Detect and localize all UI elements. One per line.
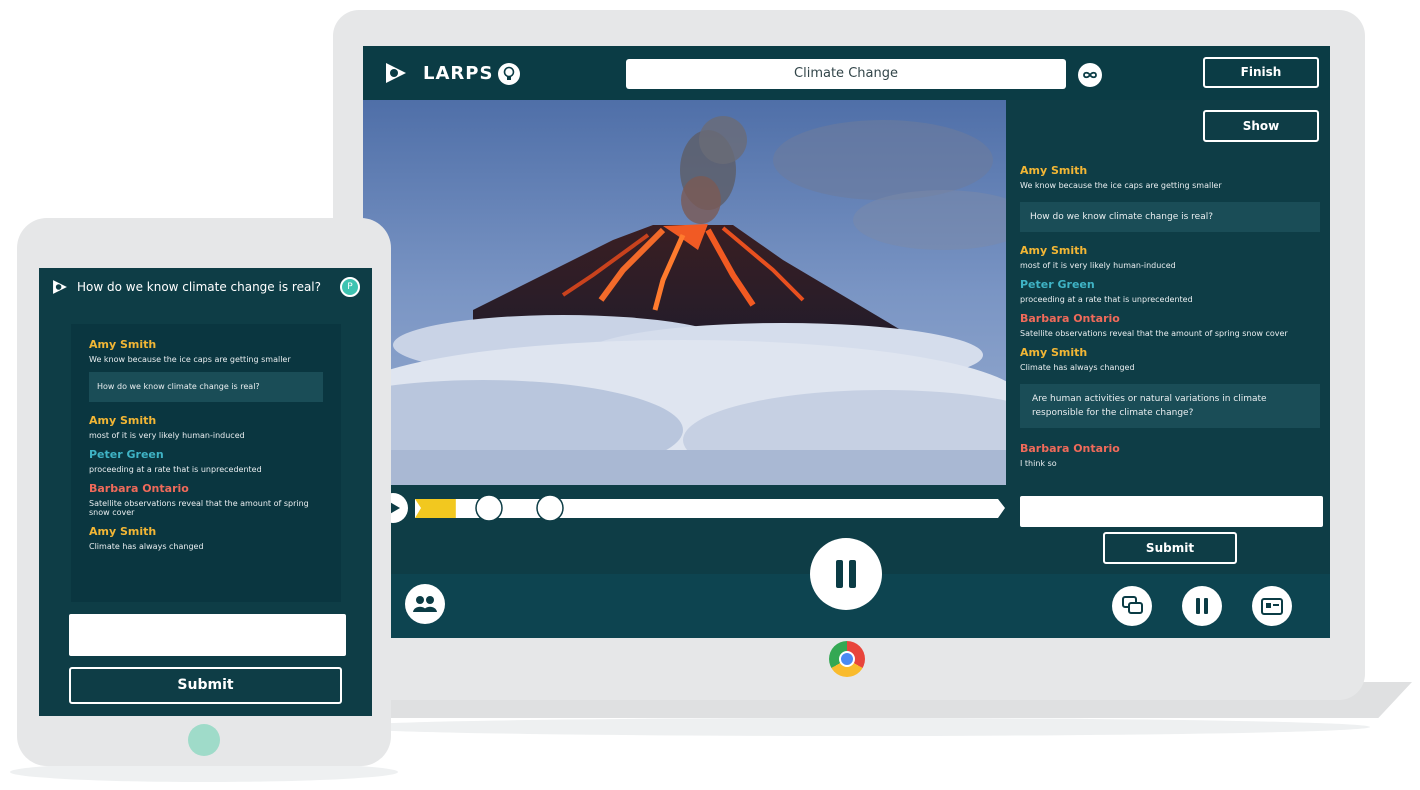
tablet-answer-input[interactable]: [69, 614, 346, 656]
laptop-shadow: [340, 718, 1370, 736]
question-box: Are human activities or natural variatio…: [1020, 384, 1320, 428]
message-author: Peter Green: [89, 448, 164, 461]
lightbulb-icon[interactable]: [498, 63, 520, 85]
timeline[interactable]: [363, 485, 1006, 575]
message-author: Peter Green: [1020, 278, 1095, 291]
message-author: Barbara Ontario: [1020, 312, 1120, 325]
chat-feed: Amy Smith We know because the ice caps a…: [1020, 156, 1320, 468]
show-button[interactable]: Show: [1203, 110, 1319, 142]
top-bar: LARPS Climate Change Finish: [363, 46, 1330, 100]
answer-input[interactable]: [1020, 496, 1323, 527]
slideshow-icon[interactable]: [1252, 586, 1292, 626]
message-text: Satellite observations reveal that the a…: [89, 499, 309, 517]
message-author: Amy Smith: [1020, 346, 1088, 359]
laptop-screen: LARPS Climate Change Finish Show Amy Smi…: [363, 46, 1330, 638]
submit-button[interactable]: Submit: [1103, 532, 1237, 564]
topic-title: Climate Change: [626, 59, 1066, 89]
chrome-icon: [829, 641, 865, 677]
group-icon[interactable]: [405, 584, 445, 624]
video-player[interactable]: [363, 100, 1006, 485]
app-brand: LARPS: [423, 63, 494, 84]
message-author: Amy Smith: [89, 525, 157, 538]
message-text: proceeding at a rate that is unprecedent…: [1020, 295, 1193, 304]
tablet-submit-button[interactable]: Submit: [69, 667, 342, 704]
infinity-icon[interactable]: [1078, 63, 1102, 87]
avatar[interactable]: P: [340, 277, 360, 297]
message-text: proceeding at a rate that is unprecedent…: [89, 465, 262, 474]
logo-icon: [51, 278, 69, 300]
message-text: most of it is very likely human-induced: [89, 431, 245, 440]
message-author: Barbara Ontario: [1020, 442, 1120, 455]
chat-icon[interactable]: [1112, 586, 1152, 626]
message-text: We know because the ice caps are getting…: [89, 355, 291, 364]
tablet-chat-feed: Amy Smith We know because the ice caps a…: [71, 324, 341, 602]
message-text: Satellite observations reveal that the a…: [1020, 329, 1288, 338]
message-text: I think so: [1020, 459, 1057, 468]
message-text: Climate has always changed: [89, 542, 204, 551]
message-author: Amy Smith: [89, 338, 157, 351]
message-author: Amy Smith: [1020, 164, 1088, 177]
pause-icon[interactable]: [810, 538, 882, 610]
finish-button[interactable]: Finish: [1203, 57, 1319, 88]
message-author: Barbara Ontario: [89, 482, 189, 495]
timeline-area: [363, 485, 1006, 575]
message-text: Climate has always changed: [1020, 363, 1135, 372]
message-text: We know because the ice caps are getting…: [1020, 181, 1222, 190]
message-author: Amy Smith: [89, 414, 157, 427]
message-text: most of it is very likely human-induced: [1020, 261, 1176, 270]
volcano-image: [363, 100, 1006, 485]
pause-small-icon[interactable]: [1182, 586, 1222, 626]
tablet-title: How do we know climate change is real?: [77, 280, 322, 294]
logo-icon: [383, 60, 409, 86]
question-box: How do we know climate change is real?: [1020, 202, 1320, 232]
question-box: How do we know climate change is real?: [89, 372, 323, 402]
tablet-home-button[interactable]: [188, 724, 220, 756]
tablet-screen: How do we know climate change is real? P…: [39, 268, 372, 716]
message-author: Amy Smith: [1020, 244, 1088, 257]
